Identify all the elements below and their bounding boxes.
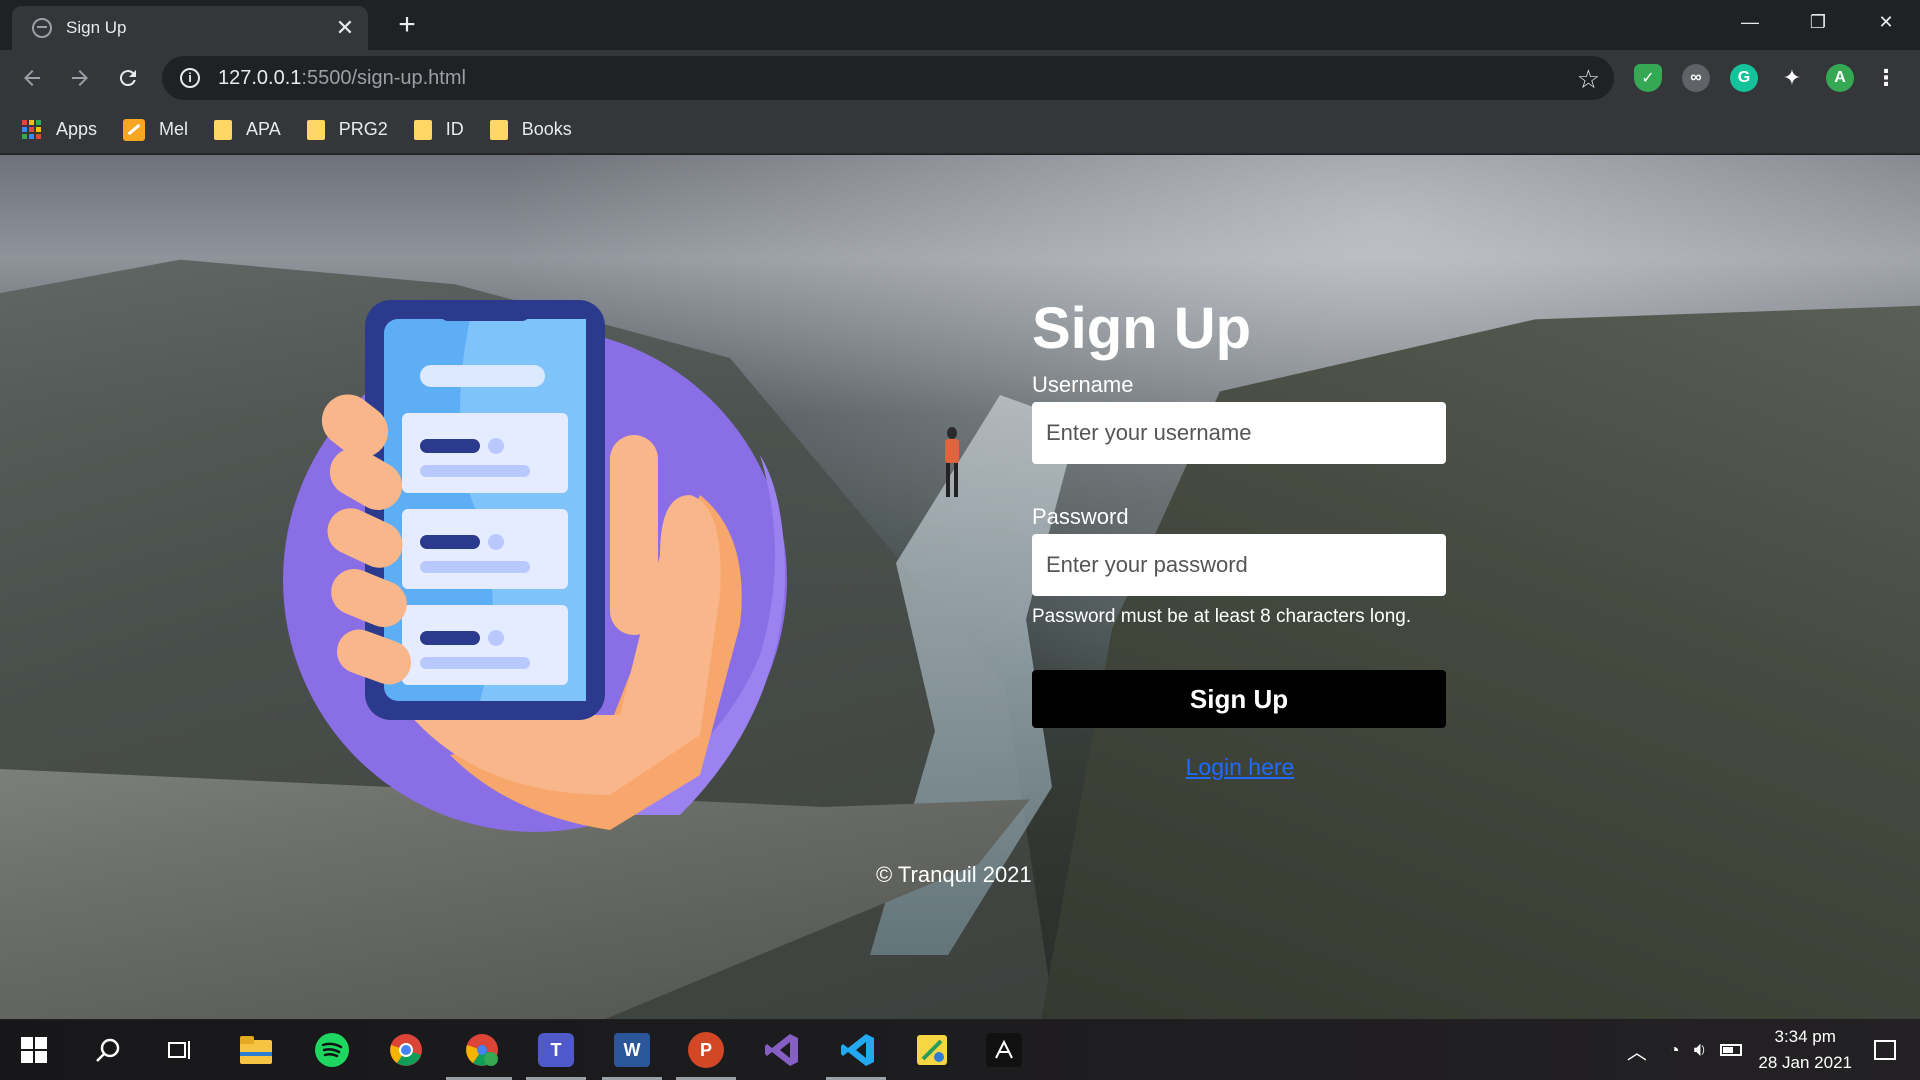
close-tab-icon[interactable]: ✕ bbox=[330, 15, 360, 41]
folder-icon bbox=[413, 119, 432, 140]
network-icon[interactable]: ◔ bbox=[1669, 1040, 1680, 1061]
volume-icon[interactable]: 🔉︎ bbox=[1694, 1039, 1707, 1062]
apps-grid-icon bbox=[22, 119, 42, 140]
url-host: 127.0.0.1 bbox=[218, 66, 302, 89]
grammarly-icon[interactable]: G bbox=[1730, 64, 1758, 92]
chrome-profile-icon[interactable] bbox=[462, 1030, 502, 1070]
bookmark-label: Mel bbox=[159, 119, 189, 139]
visual-studio-icon[interactable] bbox=[762, 1030, 802, 1070]
minimize-button[interactable]: — bbox=[1716, 0, 1784, 44]
clock-date: 28 Jan 2021 bbox=[1758, 1053, 1852, 1072]
back-button[interactable] bbox=[14, 60, 50, 96]
word-icon[interactable]: W bbox=[614, 1033, 650, 1067]
password-label: Password bbox=[1032, 504, 1129, 529]
page-title: Sign Up bbox=[1032, 296, 1252, 361]
taskbar: T W P ︿ ◔ 🔉︎ 3:34 pm 28 Jan 2021 bbox=[0, 1020, 1920, 1080]
username-input[interactable] bbox=[1032, 402, 1446, 464]
back-arrow-icon bbox=[24, 70, 40, 86]
bookmark-label: PRG2 bbox=[338, 119, 388, 139]
forward-button[interactable] bbox=[62, 60, 98, 96]
vscode-icon[interactable] bbox=[838, 1030, 878, 1070]
phone-hand-illustration bbox=[283, 300, 787, 832]
powerpoint-icon[interactable]: P bbox=[688, 1032, 724, 1068]
sign-up-button[interactable]: Sign Up bbox=[1032, 670, 1446, 728]
signup-form: Sign Up Username Password Password must … bbox=[1032, 295, 1448, 781]
bookmarks-bar: Apps Mel APA PRG2 ID Books bbox=[0, 106, 1920, 154]
show-hidden-icons-chevron-icon[interactable]: ︿ bbox=[1627, 1036, 1647, 1065]
task-view-icon[interactable] bbox=[160, 1030, 200, 1070]
bookmark-label: Apps bbox=[56, 119, 98, 139]
tab-strip: Sign Up ✕ + — ❐ ✕ bbox=[0, 0, 1920, 50]
bookmark-label: Books bbox=[521, 119, 572, 139]
bookmark-apa[interactable]: APA bbox=[214, 119, 281, 140]
globe-icon bbox=[32, 18, 52, 38]
notifications-icon[interactable] bbox=[1874, 1040, 1896, 1060]
bookmark-label: APA bbox=[246, 119, 281, 139]
profile-avatar[interactable]: A bbox=[1826, 64, 1854, 92]
url-path: :5500/sign-up.html bbox=[301, 66, 466, 89]
start-icon[interactable] bbox=[14, 1030, 54, 1070]
password-input[interactable] bbox=[1032, 534, 1446, 596]
footer-copyright: © Tranquil 2021 bbox=[876, 862, 1032, 887]
bookmark-mel[interactable]: Mel bbox=[123, 118, 189, 141]
spotify-icon[interactable] bbox=[312, 1030, 352, 1070]
tab-title: Sign Up bbox=[66, 18, 127, 37]
system-tray: ︿ ◔ 🔉︎ 3:34 pm 28 Jan 2021 bbox=[1627, 1020, 1920, 1080]
folder-icon bbox=[306, 119, 325, 140]
bookmark-prg2[interactable]: PRG2 bbox=[306, 119, 388, 140]
shield-extension-icon[interactable]: ✓ bbox=[1634, 64, 1662, 92]
battery-icon[interactable] bbox=[1720, 1044, 1743, 1056]
bookmark-id[interactable]: ID bbox=[413, 119, 464, 140]
bookmark-apps[interactable]: Apps bbox=[22, 119, 97, 140]
username-label: Username bbox=[1032, 372, 1134, 397]
chrome-icon[interactable] bbox=[386, 1030, 426, 1070]
window-controls: — ❐ ✕ bbox=[1716, 0, 1920, 44]
bookmark-label: ID bbox=[445, 119, 464, 139]
password-hint: Password must be at least 8 characters l… bbox=[1032, 606, 1412, 627]
address-bar[interactable]: i 127.0.0.1:5500/sign-up.html ☆ bbox=[162, 56, 1614, 100]
glasses-extension-icon[interactable]: ∞ bbox=[1682, 64, 1710, 92]
browser-tab[interactable]: Sign Up ✕ bbox=[12, 6, 368, 50]
restore-button[interactable]: ❐ bbox=[1784, 0, 1852, 44]
bookmark-books[interactable]: Books bbox=[489, 119, 572, 140]
sticky-app-icon[interactable] bbox=[912, 1030, 952, 1070]
new-tab-button[interactable]: + bbox=[390, 8, 424, 42]
folder-icon bbox=[489, 119, 508, 140]
teams-icon[interactable]: T bbox=[538, 1033, 574, 1067]
reload-icon bbox=[119, 70, 136, 87]
menu-kebab-icon[interactable]: ⋮ bbox=[1872, 64, 1900, 92]
clock-time: 3:34 pm bbox=[1774, 1027, 1836, 1046]
forward-arrow-icon bbox=[72, 70, 88, 86]
login-link[interactable]: Login here bbox=[1032, 754, 1448, 781]
background-hiker bbox=[940, 425, 964, 505]
extensions-puzzle-icon[interactable]: ✦ bbox=[1778, 64, 1806, 92]
acrobat-icon[interactable] bbox=[986, 1033, 1022, 1067]
reload-button[interactable] bbox=[110, 60, 146, 96]
clock[interactable]: 3:34 pm 28 Jan 2021 bbox=[1758, 1024, 1852, 1076]
close-window-button[interactable]: ✕ bbox=[1852, 0, 1920, 44]
pencil-icon bbox=[123, 118, 146, 141]
page-viewport: Sign Up Username Password Password must … bbox=[0, 155, 1920, 1019]
site-info-icon[interactable]: i bbox=[180, 68, 200, 88]
search-icon[interactable] bbox=[88, 1030, 128, 1070]
file-explorer-icon[interactable] bbox=[236, 1030, 276, 1070]
folder-icon bbox=[214, 119, 233, 140]
browser-toolbar: i 127.0.0.1:5500/sign-up.html ☆ ✓ ∞ G ✦ … bbox=[0, 50, 1920, 106]
bookmark-star-icon[interactable]: ☆ bbox=[1577, 64, 1600, 95]
